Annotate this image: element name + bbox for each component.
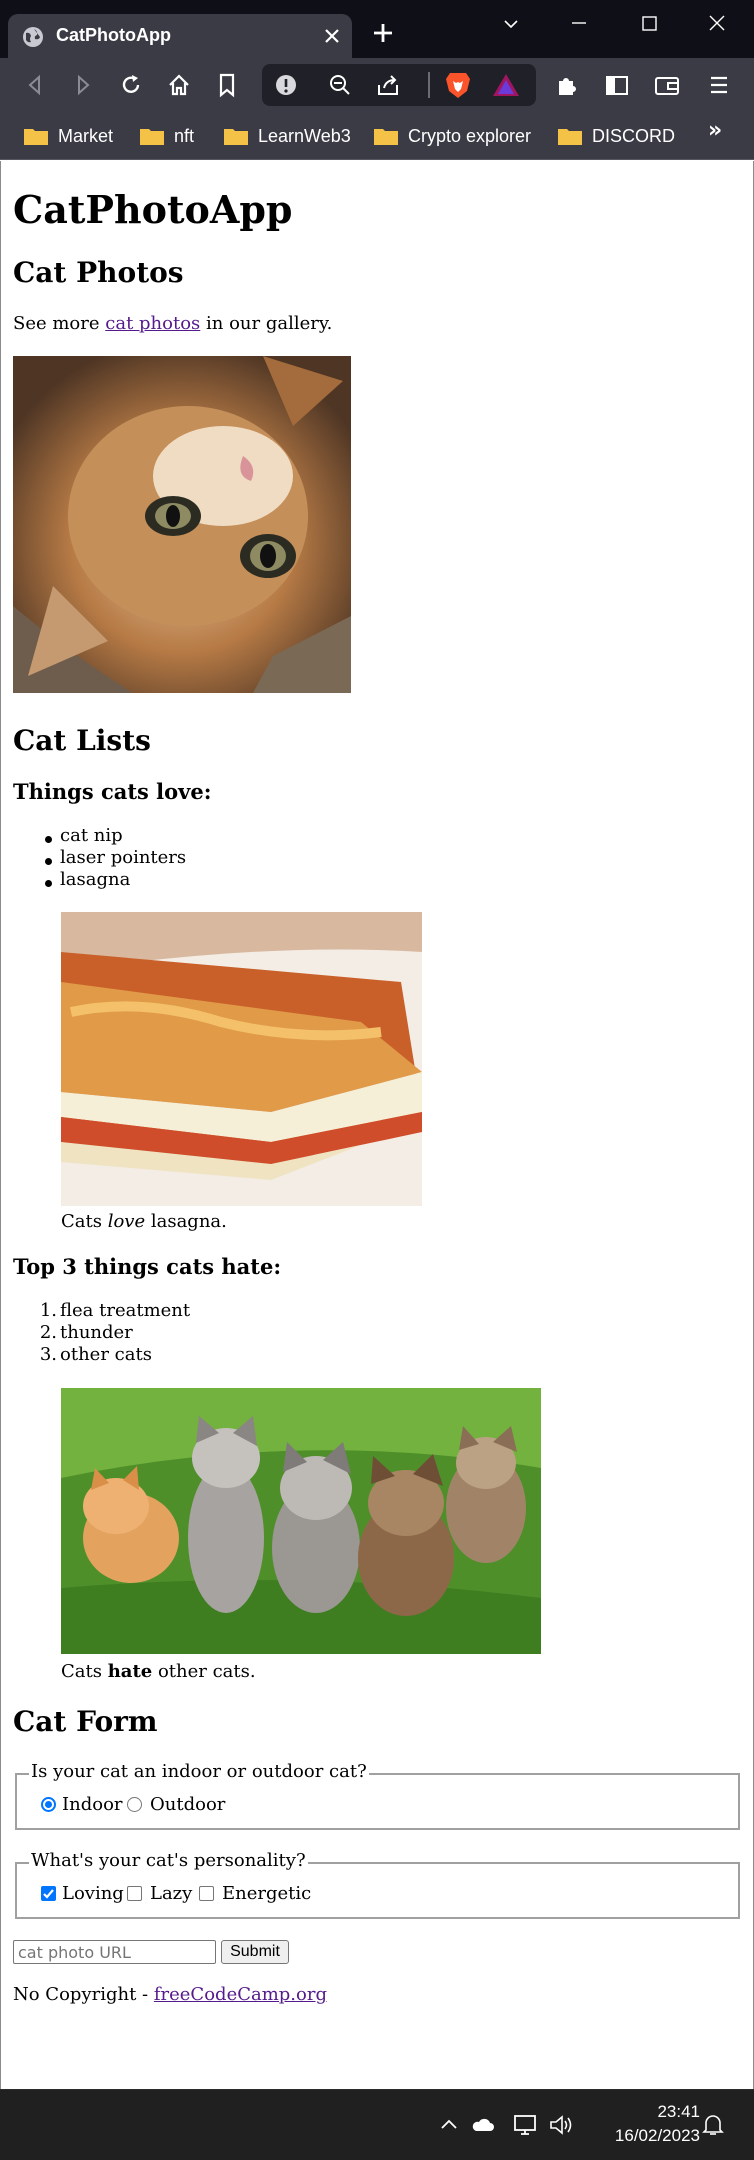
love-item: laser pointers bbox=[60, 847, 187, 868]
notification-icon[interactable] bbox=[700, 2112, 726, 2138]
plus-icon[interactable] bbox=[372, 22, 394, 44]
list-number: 1. bbox=[39, 1300, 57, 1321]
cat-photos-link[interactable]: cat photos bbox=[105, 313, 200, 334]
clock-date[interactable]: 16/02/2023 bbox=[596, 2126, 700, 2146]
page-title: CatPhotoApp bbox=[13, 187, 293, 232]
lasagna-image bbox=[61, 912, 422, 1206]
personality-fieldset: What's your cat's personality? Loving La… bbox=[15, 1850, 740, 1919]
outdoor-radio[interactable] bbox=[127, 1797, 142, 1812]
list-bullet bbox=[45, 836, 52, 843]
indoor-radio[interactable] bbox=[41, 1797, 56, 1812]
address-bar[interactable] bbox=[262, 64, 536, 106]
list-number: 3. bbox=[39, 1344, 57, 1365]
kittens-image bbox=[61, 1388, 541, 1654]
hate-item: flea treatment bbox=[60, 1300, 191, 1321]
globe-icon bbox=[23, 27, 43, 47]
menu-icon[interactable] bbox=[706, 72, 732, 98]
gallery-text: See more cat photos in our gallery. bbox=[13, 313, 333, 334]
clock-time[interactable]: 23:41 bbox=[640, 2102, 700, 2122]
lazy-label[interactable]: Lazy bbox=[150, 1883, 192, 1904]
home-icon[interactable] bbox=[166, 72, 192, 98]
network-icon[interactable] bbox=[512, 2112, 538, 2138]
list-bullet bbox=[45, 858, 52, 865]
indoor-outdoor-fieldset: Is your cat an indoor or outdoor cat? In… bbox=[15, 1761, 740, 1830]
brave-lion-icon[interactable] bbox=[444, 70, 472, 100]
chevron-up-icon[interactable] bbox=[436, 2112, 462, 2138]
tab-search-icon[interactable] bbox=[488, 10, 534, 40]
url-divider bbox=[428, 72, 430, 98]
bookmark-market[interactable]: Market bbox=[24, 122, 113, 150]
love-item: lasagna bbox=[60, 869, 131, 890]
folder-icon bbox=[558, 129, 582, 145]
cloud-icon[interactable] bbox=[470, 2112, 496, 2138]
bookmark-crypto-explorer[interactable]: Crypto explorer bbox=[374, 122, 531, 150]
energetic-label[interactable]: Energetic bbox=[222, 1883, 311, 1904]
folder-icon bbox=[224, 129, 248, 145]
checkmark-icon bbox=[43, 1889, 54, 1899]
tab-title: CatPhotoApp bbox=[56, 25, 171, 45]
title-bar: CatPhotoApp bbox=[0, 0, 754, 58]
hate-item: thunder bbox=[60, 1322, 133, 1343]
cat-photos-heading: Cat Photos bbox=[13, 256, 184, 289]
freecodecamp-link[interactable]: freeCodeCamp.org bbox=[154, 1984, 327, 2005]
bookmark-nft[interactable]: nft bbox=[140, 122, 194, 150]
share-icon[interactable] bbox=[376, 73, 400, 97]
submit-button[interactable]: Submit bbox=[221, 1940, 289, 1964]
back-icon[interactable] bbox=[22, 72, 48, 98]
outdoor-label[interactable]: Outdoor bbox=[150, 1794, 225, 1815]
indoor-label[interactable]: Indoor bbox=[62, 1794, 123, 1815]
page-viewport: CatPhotoApp Cat Photos See more cat phot… bbox=[0, 161, 754, 2089]
love-heading: Things cats love: bbox=[13, 779, 212, 804]
close-icon[interactable] bbox=[324, 28, 340, 44]
browser-tab[interactable]: CatPhotoApp bbox=[8, 14, 352, 58]
sidebar-icon[interactable] bbox=[604, 72, 630, 98]
bookmarks-overflow-button[interactable]: » bbox=[708, 118, 722, 143]
list-bullet bbox=[45, 880, 52, 887]
list-number: 2. bbox=[39, 1322, 57, 1343]
love-item: cat nip bbox=[60, 825, 123, 846]
bookmark-discord[interactable]: DISCORD bbox=[558, 122, 675, 150]
window-close-icon[interactable] bbox=[694, 10, 740, 40]
footer-text: No Copyright - freeCodeCamp.org bbox=[13, 1984, 327, 2005]
rewards-triangle-icon[interactable] bbox=[492, 72, 520, 98]
cat-form-heading: Cat Form bbox=[13, 1705, 158, 1738]
volume-icon[interactable] bbox=[548, 2112, 574, 2138]
hate-heading: Top 3 things cats hate: bbox=[13, 1254, 282, 1279]
minimize-icon[interactable] bbox=[556, 10, 602, 40]
kittens-caption: Cats hate other cats. bbox=[61, 1661, 256, 1682]
cat-lists-heading: Cat Lists bbox=[13, 724, 151, 757]
browser-toolbar bbox=[0, 58, 754, 112]
bookmark-icon[interactable] bbox=[214, 72, 240, 98]
zoom-out-icon[interactable] bbox=[328, 73, 352, 97]
folder-icon bbox=[374, 129, 398, 145]
hate-item: other cats bbox=[60, 1344, 152, 1365]
wallet-icon[interactable] bbox=[654, 72, 680, 98]
maximize-icon[interactable] bbox=[626, 10, 672, 40]
forward-icon[interactable] bbox=[70, 72, 96, 98]
bookmark-learnweb3[interactable]: LearnWeb3 bbox=[224, 122, 351, 150]
energetic-checkbox[interactable] bbox=[199, 1886, 214, 1901]
bookmarks-bar: Market nft LearnWeb3 Crypto explorer DIS… bbox=[0, 112, 754, 160]
lasagna-caption: Cats love lasagna. bbox=[61, 1211, 227, 1232]
personality-legend: What's your cat's personality? bbox=[29, 1850, 308, 1871]
info-icon[interactable] bbox=[274, 73, 298, 97]
relaxing-cat-image[interactable] bbox=[13, 356, 351, 693]
loving-checkbox[interactable] bbox=[41, 1886, 56, 1901]
extensions-icon[interactable] bbox=[554, 72, 580, 98]
lazy-checkbox[interactable] bbox=[127, 1886, 142, 1901]
indoor-outdoor-legend: Is your cat an indoor or outdoor cat? bbox=[29, 1761, 369, 1782]
cat-photo-url-input[interactable] bbox=[13, 1940, 216, 1964]
folder-icon bbox=[140, 129, 164, 145]
reload-icon[interactable] bbox=[118, 72, 144, 98]
taskbar bbox=[0, 2089, 754, 2160]
loving-label[interactable]: Loving bbox=[62, 1883, 124, 1904]
folder-icon bbox=[24, 129, 48, 145]
